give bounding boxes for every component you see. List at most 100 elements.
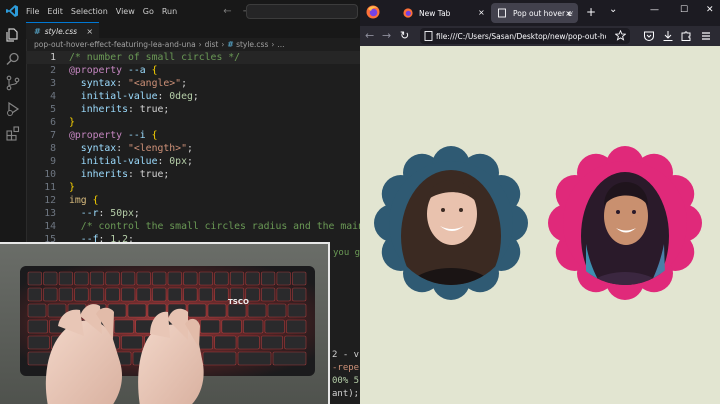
keyboard-key	[292, 271, 307, 286]
keyboard-key	[261, 335, 283, 350]
code-token: initial-value	[69, 91, 158, 102]
keyboard-key	[183, 271, 198, 286]
new-tab-button[interactable]: +	[586, 5, 596, 19]
line-number: 12	[44, 195, 56, 206]
keyboard-key	[105, 287, 120, 302]
tab-close-icon[interactable]: ×	[478, 8, 485, 17]
code-line[interactable]: 5 inherits: true;	[26, 103, 360, 116]
code-line[interactable]: 4 initial-value: 0deg;	[26, 90, 360, 103]
app-menu-icon[interactable]	[700, 30, 712, 42]
code-line[interactable]: 13 --r: 50px;	[26, 207, 360, 220]
firefox-tab-icon	[403, 8, 413, 18]
code-token: 50px	[110, 208, 134, 219]
line-number: 7	[50, 130, 56, 141]
code-fragment: 2 - v	[332, 350, 360, 360]
keyboard-key	[27, 319, 48, 334]
keyboard-key	[284, 335, 307, 350]
keyboard-key	[127, 303, 147, 318]
tab-pop-out-hover-effect[interactable]: Pop out hover effect featuring ×	[491, 3, 578, 23]
line-number: 10	[44, 169, 56, 180]
una-avatar[interactable]	[546, 144, 704, 302]
source-control-icon[interactable]	[5, 75, 21, 91]
breadcrumb-file[interactable]: style.css	[236, 40, 268, 49]
menu-selection[interactable]: Selection	[71, 7, 108, 16]
keyboard-key	[261, 271, 276, 286]
tab-title: Pop out hover effect featuring	[513, 8, 573, 18]
css-file-icon: #	[227, 40, 234, 49]
keyboard-webcam-overlay: TSCO	[0, 242, 330, 404]
code-line[interactable]: 12 img {	[26, 194, 360, 207]
keyboard-key	[43, 287, 58, 302]
code-token: @property	[69, 65, 123, 76]
code-line[interactable]: 2 @property --a {	[26, 64, 360, 77]
keyboard-key	[276, 271, 291, 286]
keyboard-key	[74, 271, 89, 286]
keyboard-key	[200, 319, 221, 334]
tab-close-icon[interactable]: ×	[565, 9, 572, 18]
keyboard-key	[105, 271, 120, 286]
maximize-button[interactable]: ☐	[680, 5, 688, 15]
line-number: 4	[50, 91, 56, 102]
firefox-tabbar: New Tab Pop out hover effect featuring ×…	[360, 0, 720, 26]
menu-edit[interactable]: Edit	[47, 7, 63, 16]
explorer-icon[interactable]	[5, 27, 21, 43]
keyboard-key	[152, 287, 167, 302]
code-line[interactable]: 9 initial-value: 0px;	[26, 155, 360, 168]
tab-new-tab[interactable]: New Tab	[397, 3, 489, 23]
tab-style-css[interactable]: # style.css ×	[26, 22, 100, 39]
forward-button[interactable]: →	[382, 29, 391, 42]
breadcrumb-more[interactable]: ...	[277, 40, 284, 49]
url-text[interactable]: file:///C:/Users/Sasan/Desktop/new/pop-o…	[436, 32, 606, 41]
code-line[interactable]: 10 inherits: true;	[26, 168, 360, 181]
code-line[interactable]: 8 syntax: "<length>";	[26, 142, 360, 155]
code-line[interactable]: 11}	[26, 181, 360, 194]
keyboard-key	[121, 287, 136, 302]
code-line[interactable]: 1 /* number of small circles */	[26, 51, 360, 64]
keyboard-key	[113, 319, 134, 334]
breadcrumb-folder[interactable]: dist	[205, 40, 219, 49]
code-token: initial-value	[69, 156, 158, 167]
run-debug-icon[interactable]	[5, 101, 21, 117]
keyboard-key	[214, 287, 229, 302]
firefox-logo-icon[interactable]	[366, 5, 380, 19]
tab-close-icon[interactable]: ×	[86, 27, 93, 36]
lea-avatar[interactable]	[372, 144, 530, 302]
code-token: --r	[69, 208, 99, 219]
back-button[interactable]: ←	[365, 29, 374, 42]
vscode-titlebar: File Edit Selection View Go Run ← →	[0, 0, 360, 22]
keyboard-key	[152, 271, 167, 286]
line-number: 13	[44, 208, 56, 219]
menu-view[interactable]: View	[116, 7, 135, 16]
code-token: :	[157, 156, 170, 167]
code-token: true	[139, 104, 164, 115]
code-line[interactable]: 6}	[26, 116, 360, 129]
code-token: 0deg	[169, 91, 193, 102]
extensions-puzzle-icon[interactable]	[680, 30, 692, 42]
code-line[interactable]: 7 @property --i {	[26, 129, 360, 142]
extensions-icon[interactable]	[5, 125, 21, 141]
code-line[interactable]: 3 syntax: "<angle>";	[26, 77, 360, 90]
editor-tabs: # style.css ×	[26, 22, 360, 39]
downloads-icon[interactable]	[662, 30, 674, 42]
breadcrumb-folder[interactable]: pop-out-hover-effect-featuring-lea-and-u…	[34, 40, 196, 49]
list-tabs-button[interactable]: ⌄	[609, 4, 617, 15]
command-center-search[interactable]	[246, 4, 358, 19]
file-page-icon	[424, 31, 433, 41]
menu-file[interactable]: File	[26, 7, 39, 16]
reload-button[interactable]: ↻	[400, 29, 409, 42]
code-token: }	[69, 182, 75, 193]
address-bar[interactable]: file:///C:/Users/Sasan/Desktop/new/pop-o…	[420, 28, 630, 44]
code-line[interactable]: 14 /* control the small circles radius a…	[26, 220, 360, 233]
search-icon[interactable]	[5, 51, 21, 67]
keyboard-key	[183, 287, 198, 302]
pocket-icon[interactable]	[643, 30, 655, 42]
close-window-button[interactable]: ✕	[706, 5, 714, 15]
menu-go[interactable]: Go	[143, 7, 154, 16]
keyboard-key	[187, 303, 207, 318]
bookmark-star-icon[interactable]	[615, 30, 626, 41]
minimize-button[interactable]: —	[650, 5, 659, 15]
keyboard-key	[136, 271, 151, 286]
menu-run[interactable]: Run	[162, 7, 177, 16]
code-token: --a	[122, 65, 146, 76]
keyboard-key	[214, 271, 229, 286]
